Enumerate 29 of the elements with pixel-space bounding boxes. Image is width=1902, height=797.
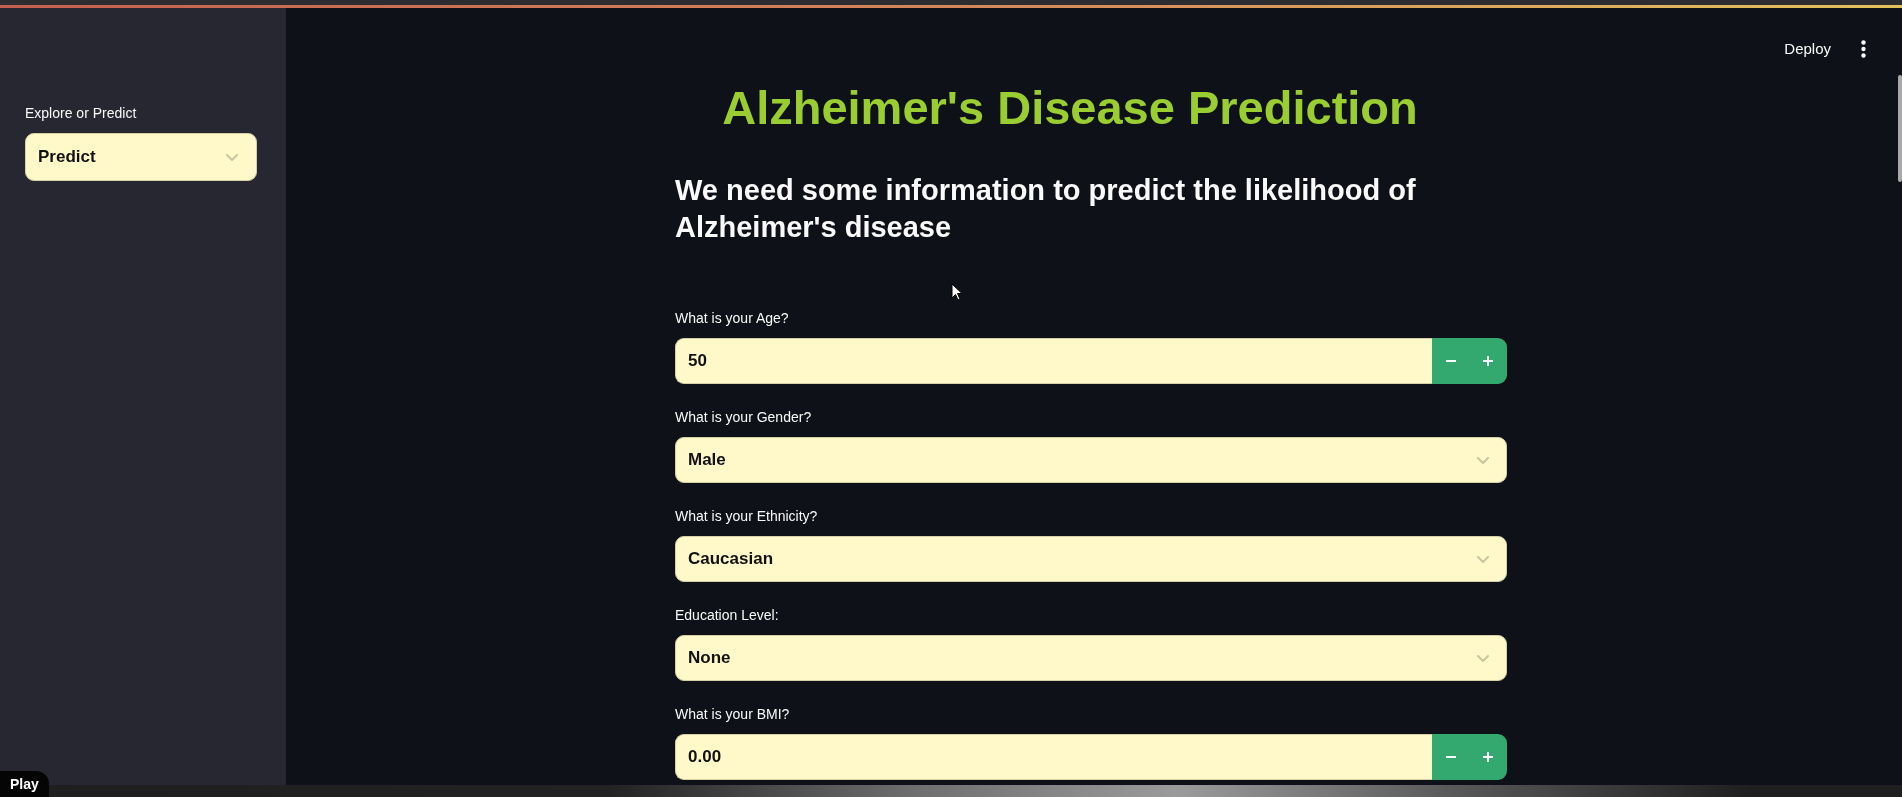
plus-icon (1483, 752, 1493, 762)
plus-icon (1483, 356, 1493, 366)
sidebar-dropdown[interactable]: Predict (25, 133, 257, 181)
field-label: What is your Age? (675, 309, 789, 328)
increment-button[interactable] (1469, 338, 1507, 384)
dropdown[interactable]: Caucasian (675, 536, 1507, 582)
number-input-field[interactable]: 50 (675, 338, 1432, 384)
chevron-down-icon (1477, 654, 1489, 662)
field-label: Education Level: (675, 606, 779, 625)
scrollbar-thumb[interactable] (1898, 75, 1902, 182)
chevron-down-icon (1477, 555, 1489, 563)
play-button[interactable]: Play (0, 771, 49, 797)
mouse-cursor-icon (951, 283, 963, 301)
kebab-menu-icon[interactable] (1861, 40, 1866, 58)
page-title: Alzheimer's Disease Prediction (721, 80, 1419, 136)
field-label: What is your Gender? (675, 408, 812, 427)
minus-icon (1445, 756, 1456, 758)
number-input-field[interactable]: 0.00 (675, 734, 1432, 780)
deploy-button[interactable]: Deploy (1784, 39, 1831, 59)
increment-button[interactable] (1469, 734, 1507, 780)
chevron-down-icon (226, 153, 238, 161)
dropdown[interactable]: None (675, 635, 1507, 681)
field-label: What is your BMI? (675, 705, 790, 724)
sidebar-label: Explore or Predict (25, 104, 137, 123)
field-label: What is your Ethnicity? (675, 507, 818, 526)
page-subtitle: We need some information to predict the likelihood of Alzheimer's disease (675, 173, 1417, 245)
chevron-down-icon (1477, 456, 1489, 464)
minus-icon (1445, 360, 1456, 362)
dropdown[interactable]: Male (675, 437, 1507, 483)
